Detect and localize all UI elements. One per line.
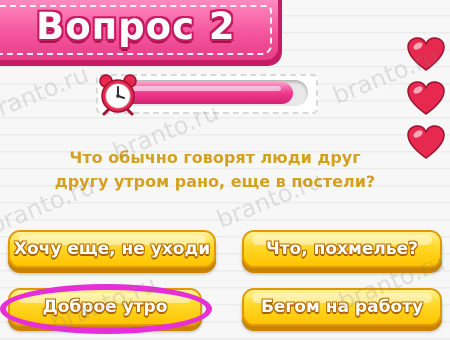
life-heart-icon — [406, 124, 446, 160]
question-line-2: другу утром рано, еще в постели? — [54, 172, 376, 191]
timer-bar — [118, 80, 308, 106]
answer-button-2[interactable]: Что, похмелье? — [242, 230, 442, 268]
answer-button-3[interactable]: Доброе утро — [8, 288, 202, 326]
alarm-clock-icon — [96, 72, 140, 116]
answer-button-1[interactable]: Хочу еще, не уходи — [8, 230, 216, 268]
answer-button-4[interactable]: Бегом на работу — [242, 288, 442, 326]
answer-button-label: Хочу еще, не уходи — [13, 239, 211, 259]
watermark: branto.ru — [0, 60, 93, 128]
timer-bar-fill — [120, 82, 293, 104]
question-line-1: Что обычно говорят люди друг — [69, 148, 361, 167]
question-number-title: Вопрос 2 — [36, 5, 236, 48]
question-text: Что обычно говорят люди друг другу утром… — [30, 146, 400, 194]
answer-button-label: Что, похмелье? — [265, 239, 419, 259]
answer-button-label: Доброе утро — [42, 297, 168, 317]
life-heart-icon — [406, 36, 446, 72]
answer-button-label: Бегом на работу — [260, 297, 424, 317]
life-heart-icon — [406, 80, 446, 116]
